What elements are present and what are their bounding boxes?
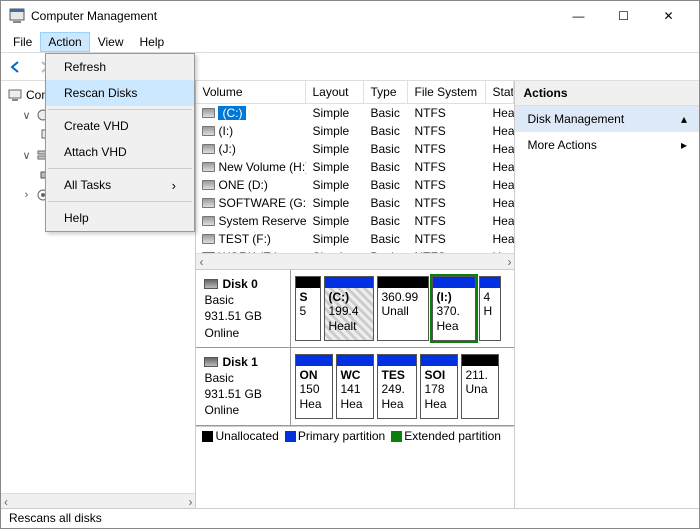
partition[interactable]: (I:)370.Hea: [432, 276, 476, 341]
collapse-icon: ▴: [681, 112, 687, 126]
volume-row[interactable]: TEST (F:)SimpleBasicNTFSHea: [196, 230, 514, 248]
menu-create-vhd[interactable]: Create VHD: [46, 113, 194, 139]
menu-help[interactable]: Help: [132, 32, 173, 52]
menu-bar: File Action View Help: [1, 31, 699, 53]
computer-icon: [7, 87, 23, 103]
menu-separator: [48, 168, 192, 169]
disk-row: Disk 1Basic931.51 GBOnlineON150HeaWC141H…: [196, 348, 514, 426]
submenu-icon: ▸: [681, 138, 687, 152]
partition[interactable]: 4H: [479, 276, 501, 341]
disk-icon: [204, 357, 218, 367]
title-bar: Computer Management — ☐ ✕: [1, 1, 699, 31]
center-panel: Volume Layout Type File System Status (C…: [196, 81, 515, 509]
menu-separator: [48, 109, 192, 110]
partition[interactable]: TES249.Hea: [377, 354, 417, 419]
partition[interactable]: 211.Una: [461, 354, 499, 419]
menu-action[interactable]: Action: [40, 32, 89, 52]
menu-action-help[interactable]: Help: [46, 205, 194, 231]
disk-info[interactable]: Disk 0Basic931.51 GBOnline: [196, 270, 291, 347]
partition[interactable]: 360.99Unall: [377, 276, 429, 341]
minimize-button[interactable]: —: [556, 2, 601, 30]
col-volume[interactable]: Volume: [196, 81, 306, 103]
disk-row: Disk 0Basic931.51 GBOnlineS5(C:)199.4Hea…: [196, 270, 514, 348]
drive-icon: [202, 162, 215, 172]
menu-rescan-disks[interactable]: Rescan Disks: [46, 80, 194, 106]
col-filesystem[interactable]: File System: [408, 81, 486, 103]
status-bar: Rescans all disks: [1, 508, 699, 528]
volume-header: Volume Layout Type File System Status: [196, 81, 514, 104]
drive-icon: [202, 144, 215, 154]
actions-panel: Actions Disk Management ▴ More Actions ▸: [515, 81, 699, 509]
volume-row[interactable]: (I:)SimpleBasicNTFSHea: [196, 122, 514, 140]
legend-primary: Primary partition: [298, 429, 385, 443]
partition[interactable]: WC141Hea: [336, 354, 374, 419]
caret-icon: ›: [21, 189, 32, 201]
partition[interactable]: ON150Hea: [295, 354, 333, 419]
tree-scrollbar[interactable]: ‹›: [1, 493, 195, 509]
caret-icon: ∨: [21, 109, 32, 122]
legend-extended: Extended partition: [404, 429, 501, 443]
app-icon: [9, 8, 25, 24]
volume-row[interactable]: SOFTWARE (G:)SimpleBasicNTFSHea: [196, 194, 514, 212]
menu-all-tasks[interactable]: All Tasks: [46, 172, 194, 198]
volume-row[interactable]: (J:)SimpleBasicNTFSHea: [196, 140, 514, 158]
disk-map: Disk 0Basic931.51 GBOnlineS5(C:)199.4Hea…: [196, 269, 514, 509]
col-layout[interactable]: Layout: [306, 81, 364, 103]
actions-header: Actions: [515, 81, 699, 106]
col-status[interactable]: Status: [486, 81, 514, 103]
menu-separator: [48, 201, 192, 202]
partition[interactable]: SOI178Hea: [420, 354, 458, 419]
volume-list: Volume Layout Type File System Status (C…: [196, 81, 514, 269]
partition[interactable]: (C:)199.4Healt: [324, 276, 374, 341]
back-button[interactable]: [5, 56, 27, 78]
legend: Unallocated Primary partition Extended p…: [196, 426, 514, 446]
volume-row[interactable]: New Volume (H:)SimpleBasicNTFSHea: [196, 158, 514, 176]
drive-icon: [202, 126, 215, 136]
actions-disk-management[interactable]: Disk Management ▴: [515, 106, 699, 132]
volume-row[interactable]: ONE (D:)SimpleBasicNTFSHea: [196, 176, 514, 194]
drive-icon: [202, 198, 215, 208]
drive-icon: [202, 216, 215, 226]
drive-icon: [202, 180, 215, 190]
action-dropdown: Refresh Rescan Disks Create VHD Attach V…: [45, 53, 195, 232]
menu-attach-vhd[interactable]: Attach VHD: [46, 139, 194, 165]
menu-file[interactable]: File: [5, 32, 40, 52]
legend-unallocated: Unallocated: [215, 429, 278, 443]
drive-icon: [202, 108, 215, 118]
volume-row[interactable]: System ReservedSimpleBasicNTFSHea: [196, 212, 514, 230]
menu-view[interactable]: View: [90, 32, 132, 52]
window-title: Computer Management: [31, 9, 556, 23]
caret-icon: ∨: [21, 149, 32, 162]
partition[interactable]: S5: [295, 276, 321, 341]
close-button[interactable]: ✕: [646, 2, 691, 30]
disk-icon: [204, 279, 218, 289]
menu-refresh[interactable]: Refresh: [46, 54, 194, 80]
drive-icon: [202, 234, 215, 244]
volume-scrollbar[interactable]: ‹›: [196, 253, 514, 269]
disk-info[interactable]: Disk 1Basic931.51 GBOnline: [196, 348, 291, 425]
actions-more[interactable]: More Actions ▸: [515, 132, 699, 158]
maximize-button[interactable]: ☐: [601, 2, 646, 30]
volume-row[interactable]: (C:)SimpleBasicNTFSHea: [196, 104, 514, 122]
col-type[interactable]: Type: [364, 81, 408, 103]
